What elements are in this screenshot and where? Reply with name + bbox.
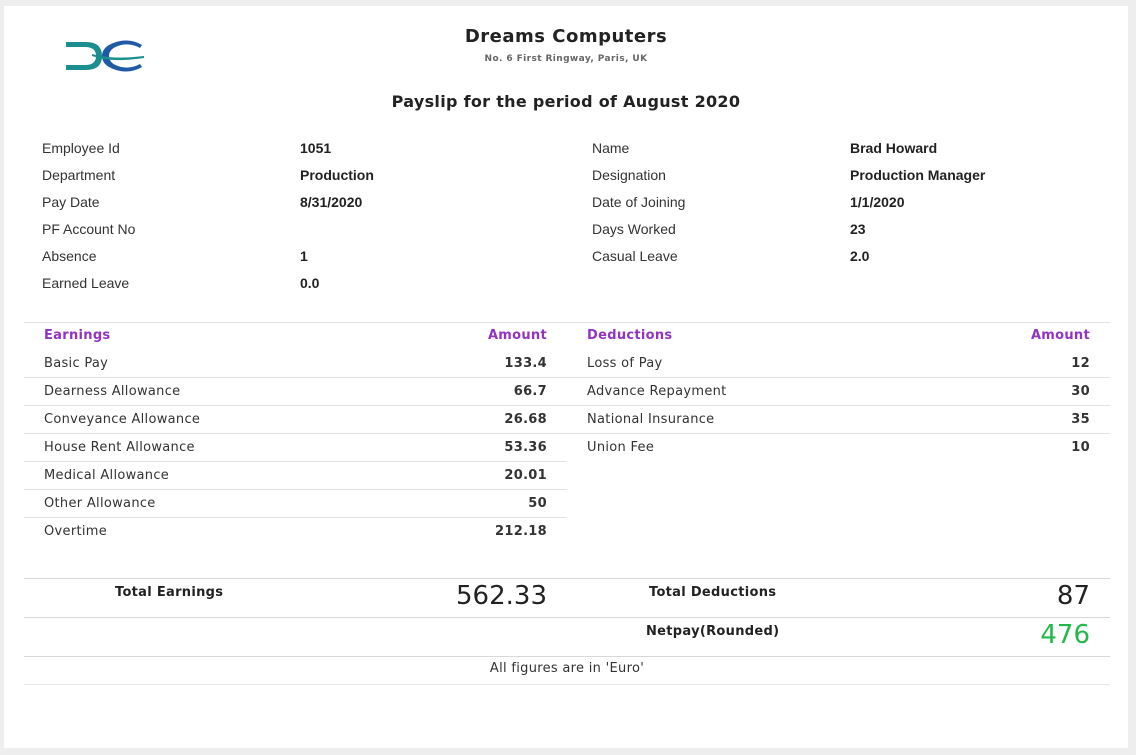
table-row: Dearness Allowance 66.7 (24, 378, 567, 406)
info-label: Employee Id (42, 140, 120, 156)
info-value: 2.0 (850, 248, 870, 264)
info-label: Date of Joining (592, 194, 686, 210)
table-row: Advance Repayment 30 (567, 378, 1110, 406)
info-row-employee-id: Employee Id 1051 (42, 139, 542, 166)
info-row-absence: Absence 1 (42, 247, 542, 274)
info-value: 1/1/2020 (850, 194, 905, 210)
deductions-header-amount: Amount (1030, 328, 1090, 343)
info-value: 0.0 (300, 275, 320, 291)
earnings-header-row: Earnings Amount (24, 322, 567, 350)
info-row-name: Name Brad Howard (592, 139, 1092, 166)
info-label: Casual Leave (592, 248, 678, 264)
deduction-amount: 12 (1071, 356, 1090, 371)
info-value: 8/31/2020 (300, 194, 363, 210)
earning-label: Overtime (44, 524, 108, 539)
deduction-label: Loss of Pay (587, 356, 663, 371)
deductions-table: Deductions Amount Loss of Pay 12 Advance… (567, 322, 1110, 461)
deductions-header-label: Deductions (587, 328, 673, 343)
deduction-label: Union Fee (587, 440, 655, 455)
info-label: Absence (42, 248, 97, 264)
table-row: Medical Allowance 20.01 (24, 462, 567, 490)
netpay-value: 476 (1040, 620, 1090, 650)
deduction-label: Advance Repayment (587, 384, 727, 399)
company-name: Dreams Computers (464, 26, 668, 47)
earning-label: Basic Pay (44, 356, 109, 371)
info-value: 23 (850, 221, 866, 237)
company-address: No. 6 First Ringway, Paris, UK (484, 54, 648, 64)
info-row-pf-account: PF Account No (42, 220, 542, 247)
table-row: Basic Pay 133.4 (24, 350, 567, 378)
payslip-card: Dreams Computers No. 6 First Ringway, Pa… (4, 6, 1128, 748)
earning-amount: 212.18 (495, 524, 547, 539)
earning-label: Dearness Allowance (44, 384, 181, 399)
earning-amount: 20.01 (504, 468, 547, 483)
earning-label: Other Allowance (44, 496, 156, 511)
deduction-amount: 30 (1071, 384, 1090, 399)
table-row: Conveyance Allowance 26.68 (24, 406, 567, 434)
employee-info-left: Employee Id 1051 Department Production P… (42, 139, 542, 301)
totals-divider (24, 578, 1110, 579)
earning-label: Conveyance Allowance (44, 412, 201, 427)
earning-amount: 133.4 (504, 356, 547, 371)
table-row: National Insurance 35 (567, 406, 1110, 434)
info-row-date-of-joining: Date of Joining 1/1/2020 (592, 193, 1092, 220)
total-earnings-value: 562.33 (456, 581, 547, 611)
table-row: Union Fee 10 (567, 434, 1110, 461)
payslip-period-title: Payslip for the period of August 2020 (391, 92, 741, 111)
info-value: Production (300, 167, 374, 183)
info-label: PF Account No (42, 221, 136, 237)
footer-bottom-divider (24, 684, 1110, 685)
employee-info-right: Name Brad Howard Designation Production … (592, 139, 1092, 274)
table-row: Overtime 212.18 (24, 518, 567, 545)
info-value: Production Manager (850, 167, 986, 183)
deduction-label: National Insurance (587, 412, 715, 427)
earnings-header-label: Earnings (44, 328, 111, 343)
earning-amount: 26.68 (504, 412, 547, 427)
info-label: Name (592, 140, 630, 156)
earning-amount: 66.7 (513, 384, 547, 399)
info-row-casual-leave: Casual Leave 2.0 (592, 247, 1092, 274)
info-value: Brad Howard (850, 140, 938, 156)
netpay-divider (24, 617, 1110, 618)
info-label: Earned Leave (42, 275, 130, 291)
info-row-pay-date: Pay Date 8/31/2020 (42, 193, 542, 220)
total-earnings-label: Total Earnings (115, 585, 224, 600)
info-row-designation: Designation Production Manager (592, 166, 1092, 193)
info-label: Days Worked (592, 221, 676, 237)
total-deductions-label: Total Deductions (649, 585, 777, 600)
info-label: Pay Date (42, 194, 100, 210)
deduction-amount: 10 (1071, 440, 1090, 455)
table-row: House Rent Allowance 53.36 (24, 434, 567, 462)
earning-label: Medical Allowance (44, 468, 170, 483)
earning-amount: 53.36 (504, 440, 547, 455)
info-value: 1 (300, 248, 308, 264)
deduction-amount: 35 (1071, 412, 1090, 427)
earnings-table: Earnings Amount Basic Pay 133.4 Dearness… (24, 322, 567, 545)
info-row-days-worked: Days Worked 23 (592, 220, 1092, 247)
earnings-header-amount: Amount (487, 328, 547, 343)
earning-label: House Rent Allowance (44, 440, 195, 455)
earning-amount: 50 (528, 496, 547, 511)
info-value: 1051 (300, 140, 332, 156)
info-row-department: Department Production (42, 166, 542, 193)
footer-divider (24, 656, 1110, 657)
info-label: Designation (592, 167, 666, 183)
info-label: Department (42, 167, 116, 183)
deductions-header-row: Deductions Amount (567, 322, 1110, 350)
total-deductions-value: 87 (1056, 581, 1090, 611)
netpay-label: Netpay(Rounded) (646, 624, 780, 639)
currency-note: All figures are in 'Euro' (489, 661, 645, 676)
table-row: Loss of Pay 12 (567, 350, 1110, 378)
table-row: Other Allowance 50 (24, 490, 567, 518)
info-row-earned-leave: Earned Leave 0.0 (42, 274, 542, 301)
